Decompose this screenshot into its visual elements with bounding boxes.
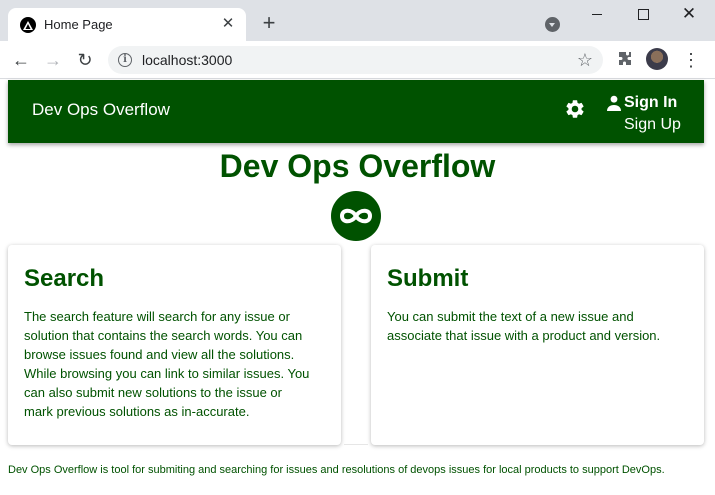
footer-text: Dev Ops Overflow is tool for submiting a… (8, 464, 665, 476)
user-icon (606, 95, 622, 111)
browser-tab[interactable]: Home Page ✕ (8, 8, 246, 41)
forward-button[interactable]: → (43, 50, 63, 70)
back-button[interactable]: ← (11, 50, 31, 70)
submit-card-body: You can submit the text of a new issue a… (387, 309, 661, 343)
address-bar[interactable]: i localhost:3000 ☆ (108, 46, 603, 74)
site-info-icon[interactable]: i (118, 53, 132, 67)
window-close-button[interactable]: ✕ (677, 4, 701, 24)
page-title: Dev Ops Overflow (219, 148, 496, 184)
divider (344, 444, 368, 445)
search-card-body: The search feature will search for any i… (24, 309, 310, 419)
window-maximize-button[interactable] (631, 4, 655, 24)
reload-button[interactable]: ↻ (75, 50, 95, 70)
window-minimize-button[interactable] (585, 4, 609, 24)
browser-menu-icon[interactable]: ⋮ (682, 49, 700, 71)
app-header: Dev Ops Overflow Sign In Sign Up (8, 80, 704, 143)
brand-link[interactable]: Dev Ops Overflow (32, 100, 170, 120)
tab-search-icon[interactable] (545, 17, 560, 32)
favicon-icon (20, 17, 36, 33)
new-tab-button[interactable]: + (258, 12, 280, 35)
sign-up-link[interactable]: Sign Up (624, 116, 681, 134)
submit-card[interactable]: Submit You can submit the text of a new … (371, 245, 704, 445)
extensions-icon[interactable] (617, 51, 633, 67)
infinity-icon (331, 191, 381, 241)
url-text[interactable]: localhost:3000 (142, 52, 232, 68)
search-card[interactable]: Search The search feature will search fo… (8, 245, 341, 445)
submit-card-title: Submit (387, 265, 469, 292)
browser-toolbar: ← → ↻ i localhost:3000 ☆ ⋮ (0, 41, 715, 79)
sign-in-label: Sign In (624, 94, 678, 111)
tab-close-icon[interactable]: ✕ (220, 16, 236, 32)
gear-icon[interactable] (564, 98, 586, 120)
profile-avatar[interactable] (646, 48, 668, 70)
search-card-title: Search (24, 265, 105, 292)
bookmark-star-icon[interactable]: ☆ (577, 50, 593, 70)
browser-tabstrip: Home Page ✕ + ✕ (0, 0, 715, 41)
tab-title: Home Page (44, 17, 113, 32)
